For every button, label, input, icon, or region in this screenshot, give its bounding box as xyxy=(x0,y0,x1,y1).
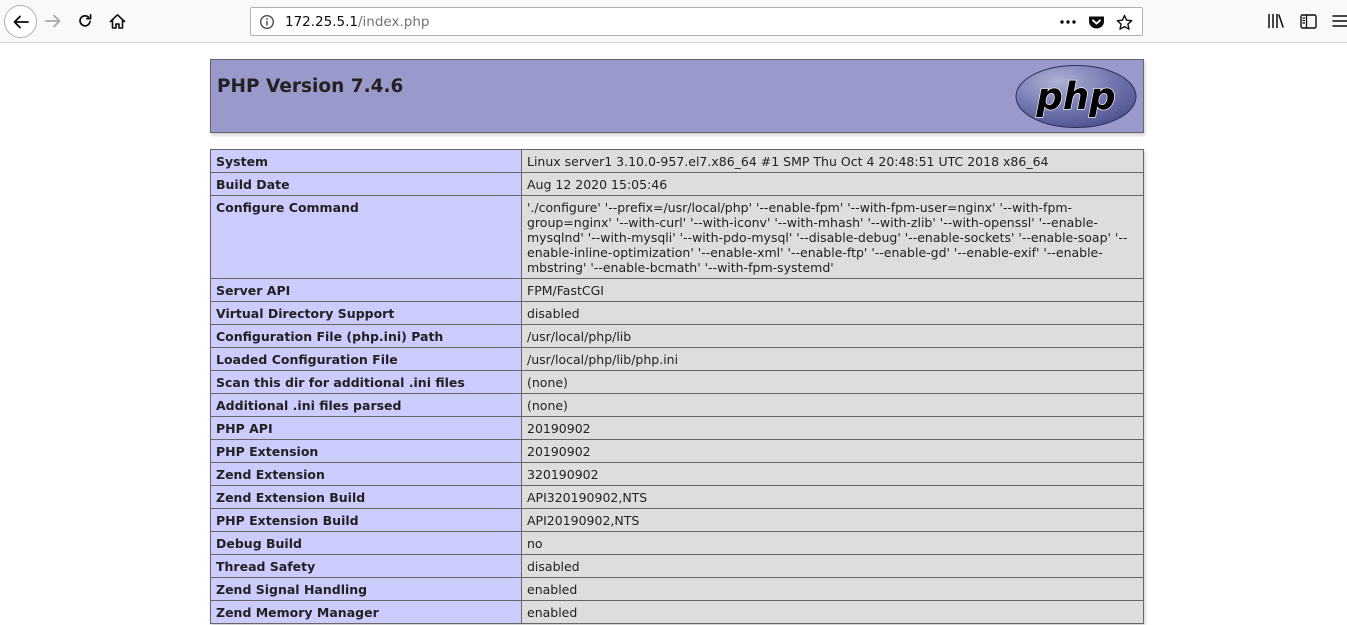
phpinfo-table: System Linux server1 3.10.0-957.el7.x86_6… xyxy=(210,149,1144,624)
reload-button[interactable] xyxy=(70,6,100,36)
row-value: no xyxy=(521,531,1144,555)
row-value: API320190902,NTS xyxy=(521,485,1144,509)
table-row: Zend Extension 320190902 xyxy=(210,462,1144,486)
phpinfo-header: PHP Version 7.4.6 php xyxy=(210,59,1144,133)
row-value: FPM/FastCGI xyxy=(521,278,1144,302)
hamburger-menu-icon xyxy=(1332,15,1347,27)
back-button[interactable] xyxy=(4,5,37,38)
table-row: Virtual Directory Support disabled xyxy=(210,301,1144,325)
row-key: Server API xyxy=(210,278,522,302)
table-row: Debug Build no xyxy=(210,531,1144,555)
row-value: (none) xyxy=(521,393,1144,417)
table-row: Server API FPM/FastCGI xyxy=(210,278,1144,302)
row-key: Zend Signal Handling xyxy=(210,577,522,601)
row-key: Virtual Directory Support xyxy=(210,301,522,325)
page-content: PHP Version 7.4.6 php System Linux server… xyxy=(0,44,1347,625)
row-value: /usr/local/php/lib/php.ini xyxy=(521,347,1144,371)
table-row: Scan this dir for additional .ini files(… xyxy=(210,370,1144,394)
php-logo[interactable]: php xyxy=(1014,64,1138,129)
table-row: Build Date Aug 12 2020 15:05:46 xyxy=(210,172,1144,196)
table-row: Configuration File (php.ini) Path/usr/lo… xyxy=(210,324,1144,348)
row-key: System xyxy=(210,149,522,173)
library-icon xyxy=(1268,13,1284,29)
row-key: Additional .ini files parsed xyxy=(210,393,522,417)
page-actions-button[interactable] xyxy=(1054,11,1082,33)
url-host: 172.25.5.1 xyxy=(285,14,358,30)
table-row: Zend Memory Manager enabled xyxy=(210,600,1144,624)
table-row: PHP Extension Build API20190902,NTS xyxy=(210,508,1144,532)
row-value: './configure' '--prefix=/usr/local/php' … xyxy=(521,195,1144,279)
home-button[interactable] xyxy=(102,6,132,36)
right-toolbar xyxy=(1260,6,1347,36)
row-value: Linux server1 3.10.0-957.el7.x86_64 #1 S… xyxy=(521,149,1144,173)
table-row: Zend Signal Handling enabled xyxy=(210,577,1144,601)
row-key: Loaded Configuration File xyxy=(210,347,522,371)
row-key: Configure Command xyxy=(210,195,522,279)
browser-toolbar: 172.25.5.1/index.php xyxy=(0,0,1347,43)
pocket-button[interactable] xyxy=(1082,11,1110,33)
table-row: Thread Safety disabled xyxy=(210,554,1144,578)
forward-button[interactable] xyxy=(38,6,68,36)
row-value: 20190902 xyxy=(521,416,1144,440)
home-icon xyxy=(109,13,125,29)
phpinfo-table-body: System Linux server1 3.10.0-957.el7.x86_6… xyxy=(210,149,1144,624)
table-row: System Linux server1 3.10.0-957.el7.x86_6… xyxy=(210,149,1144,173)
url-path: /index.php xyxy=(358,14,430,30)
row-value: /usr/local/php/lib xyxy=(521,324,1144,348)
row-value: enabled xyxy=(521,600,1144,624)
row-key: Configuration File (php.ini) Path xyxy=(210,324,522,348)
sidebar-button[interactable] xyxy=(1292,6,1324,36)
open-menu-button[interactable] xyxy=(1324,6,1347,36)
table-row: Loaded Configuration File/usr/local/php/… xyxy=(210,347,1144,371)
url-text[interactable]: 172.25.5.1/index.php xyxy=(285,14,429,30)
pocket-icon xyxy=(1088,16,1104,29)
row-value: enabled xyxy=(521,577,1144,601)
row-key: PHP API xyxy=(210,416,522,440)
row-key: Scan this dir for additional .ini files xyxy=(210,370,522,394)
arrow-left-icon xyxy=(13,15,29,28)
info-icon[interactable] xyxy=(259,14,275,30)
star-icon xyxy=(1116,14,1132,30)
sidebar-icon xyxy=(1299,13,1317,29)
row-value: (none) xyxy=(521,370,1144,394)
page-title: PHP Version 7.4.6 xyxy=(217,76,404,97)
row-key: Zend Extension xyxy=(210,462,522,486)
row-value: disabled xyxy=(521,301,1144,325)
table-row: Configure Command './configure' '--prefix… xyxy=(210,195,1144,279)
table-row: Zend Extension Build API320190902,NTS xyxy=(210,485,1144,509)
row-key: Thread Safety xyxy=(210,554,522,578)
row-value: Aug 12 2020 15:05:46 xyxy=(521,172,1144,196)
row-key: Zend Memory Manager xyxy=(210,600,522,624)
table-row: PHP Extension 20190902 xyxy=(210,439,1144,463)
table-row: PHP API 20190902 xyxy=(210,416,1144,440)
row-key: PHP Extension Build xyxy=(210,508,522,532)
bookmark-star-button[interactable] xyxy=(1110,11,1138,33)
arrow-right-icon xyxy=(45,14,61,28)
ellipsis-icon xyxy=(1060,20,1076,24)
row-key: Debug Build xyxy=(210,531,522,555)
library-button[interactable] xyxy=(1260,6,1292,36)
url-bar[interactable]: 172.25.5.1/index.php xyxy=(250,7,1143,36)
row-key: PHP Extension xyxy=(210,439,522,463)
row-value: 20190902 xyxy=(521,439,1144,463)
php-logo-text: php xyxy=(1035,75,1115,118)
row-key: Build Date xyxy=(210,172,522,196)
row-key: Zend Extension Build xyxy=(210,485,522,509)
row-value: 320190902 xyxy=(521,462,1144,486)
table-row: Additional .ini files parsed (none) xyxy=(210,393,1144,417)
row-value: disabled xyxy=(521,554,1144,578)
reload-icon xyxy=(79,13,92,27)
row-value: API20190902,NTS xyxy=(521,508,1144,532)
url-actions xyxy=(1054,11,1138,33)
